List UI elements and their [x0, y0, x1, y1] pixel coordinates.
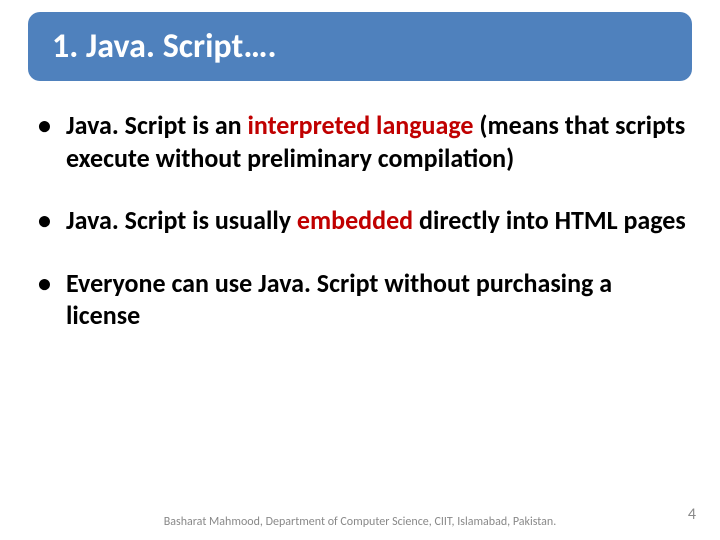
- bullet-text-highlight: interpreted language: [248, 109, 480, 141]
- bullet-text-pre: Java. Script is usually: [66, 204, 297, 236]
- slide-title: 1. Java. Script….: [28, 12, 692, 81]
- bullet-text-pre: Everyone can use Java. Script without pu…: [66, 267, 612, 332]
- bullet-text-post: directly into HTML pages: [419, 204, 686, 236]
- bullet-list: Java. Script is an interpreted language …: [28, 109, 692, 332]
- list-item: Everyone can use Java. Script without pu…: [38, 267, 692, 332]
- list-item: Java. Script is usually embedded directl…: [38, 204, 692, 237]
- page-number: 4: [688, 505, 696, 524]
- slide: 1. Java. Script…. Java. Script is an int…: [0, 0, 720, 540]
- list-item: Java. Script is an interpreted language …: [38, 109, 692, 174]
- footer-text: Basharat Mahmood, Department of Computer…: [0, 515, 720, 530]
- bullet-text-pre: Java. Script is an: [66, 109, 248, 141]
- bullet-text-highlight: embedded: [297, 204, 419, 236]
